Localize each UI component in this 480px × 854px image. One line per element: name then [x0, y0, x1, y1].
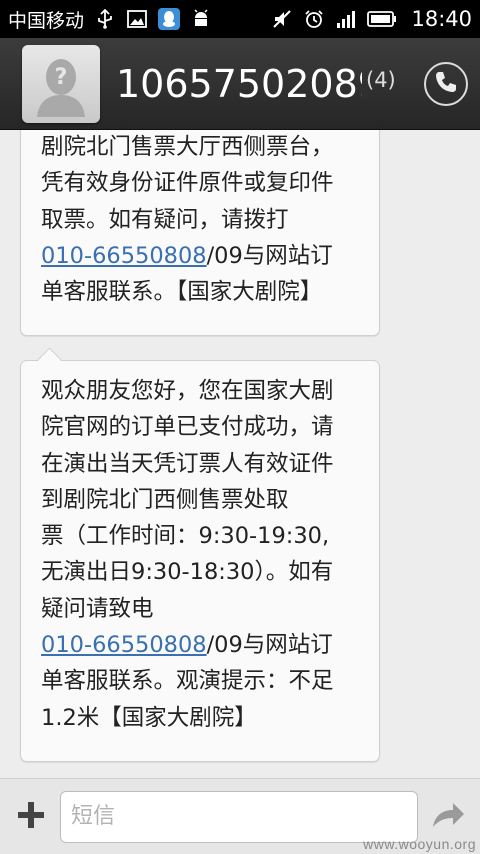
- message-line: 院官网的订单已支付成功，请: [41, 414, 334, 441]
- phone-link[interactable]: 010-66550808: [41, 243, 207, 269]
- add-attachment-button[interactable]: [10, 796, 52, 838]
- message-line: 剧院北门售票大厅西侧票台，: [41, 134, 334, 160]
- message-line: 取票。如有疑问，请拨打: [41, 206, 289, 233]
- carrier-label: 中国移动: [8, 9, 85, 32]
- mute-icon: [271, 8, 293, 30]
- link-suffix: /09与网站订: [206, 242, 333, 269]
- phone-link[interactable]: 010-66550808: [41, 632, 207, 658]
- qq-icon: [158, 8, 181, 30]
- message-line: 1.2米【国家大剧院】: [41, 704, 257, 731]
- send-icon: [431, 801, 465, 833]
- alarm-icon: [303, 8, 325, 30]
- message-bubble[interactable]: 观众朋友您好，您在国家大剧 院官网的订单已支付成功，请 在演出当天凭订票人有效证…: [20, 360, 380, 762]
- avatar-placeholder-icon[interactable]: ?: [22, 44, 100, 123]
- svg-text:?: ?: [55, 65, 68, 90]
- link-suffix: /09与网站订: [206, 632, 333, 659]
- compose-bar: www.wooyun.org: [0, 778, 480, 854]
- status-bar: 中国移动 18:40: [0, 0, 480, 38]
- message-line: 票（工作时间：9:30-19:30,: [41, 523, 330, 550]
- battery-icon: [367, 8, 397, 30]
- message-line: 观众朋友您好，您在国家大剧: [41, 378, 334, 404]
- android-debug-icon: [190, 8, 212, 30]
- message-line: 到剧院北门西侧售票处取: [41, 486, 289, 513]
- message-line: 凭有效身份证件原件或复印件: [41, 170, 334, 197]
- message-link-line: 010-66550808/09与网站订: [41, 238, 363, 274]
- sms-input[interactable]: [60, 790, 418, 843]
- call-button[interactable]: [424, 61, 468, 106]
- contact-number: 1065750208989: [116, 61, 362, 106]
- message-line: 单客服联系。观演提示：不足: [41, 668, 334, 695]
- message-link-line: 010-66550808/09与网站订: [41, 627, 363, 663]
- phone-icon: [433, 69, 459, 99]
- send-button[interactable]: [426, 795, 470, 839]
- usb-icon: [94, 8, 116, 30]
- message-line: 疑问请致电: [41, 595, 154, 622]
- message-line: 在演出当天凭订票人有效证件: [41, 450, 334, 477]
- picture-icon: [126, 8, 148, 30]
- signal-icon: [335, 8, 357, 30]
- add-icon: [16, 794, 46, 840]
- conversation-header: ? 1065750208989 (4): [0, 38, 480, 130]
- message-count: (4): [366, 67, 396, 92]
- message-line: 无演出日9:30-18:30）。如有: [41, 559, 334, 586]
- watermark: www.wooyun.org: [363, 836, 476, 852]
- clock: 18:40: [411, 7, 472, 31]
- message-list[interactable]: 剧院北门售票大厅西侧票台， 凭有效身份证件原件或复印件 取票。如有疑问，请拨打 …: [0, 130, 480, 778]
- message-bubble[interactable]: 剧院北门售票大厅西侧票台， 凭有效身份证件原件或复印件 取票。如有疑问，请拨打 …: [20, 130, 380, 336]
- message-line: 单客服联系。【国家大剧院】: [41, 279, 323, 306]
